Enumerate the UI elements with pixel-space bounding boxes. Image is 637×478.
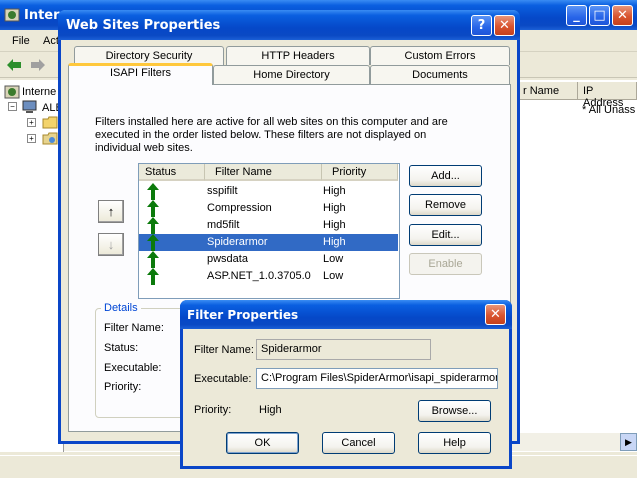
help-button[interactable]: Help <box>418 432 491 454</box>
collapse-icon[interactable]: − <box>8 102 17 111</box>
filter-properties-title: Filter Properties <box>187 308 299 322</box>
web-sites-folder-icon <box>42 132 58 145</box>
minimize-button[interactable]: _ <box>566 5 587 26</box>
filter-name: pwsdata <box>207 253 248 265</box>
edit-button[interactable]: Edit... <box>409 224 482 246</box>
column-header-priority[interactable]: Priority <box>322 164 398 181</box>
details-status-label: Status: <box>104 342 139 354</box>
move-up-button[interactable]: ↑ <box>98 200 124 223</box>
maximize-button[interactable]: □ <box>589 5 610 26</box>
enable-button[interactable]: Enable <box>409 253 482 275</box>
loaded-arrow-icon <box>147 234 159 251</box>
iis-app-icon <box>4 8 20 22</box>
back-arrow-icon[interactable] <box>6 58 22 72</box>
menu-file[interactable]: File <box>12 35 30 47</box>
filter-name-field: Spiderarmor <box>256 339 431 360</box>
details-filter-name-label: Filter Name: <box>104 322 164 334</box>
tab-http-headers[interactable]: HTTP Headers <box>226 46 370 65</box>
loaded-arrow-icon <box>147 200 159 217</box>
details-priority-label: Priority: <box>104 381 142 393</box>
browse-button[interactable]: Browse... <box>418 400 491 422</box>
filter-name: Spiderarmor <box>207 236 268 248</box>
console-tree: Interne − ALB + + <box>0 80 64 452</box>
filter-name: Compression <box>207 202 272 214</box>
priority-label: Priority: <box>194 404 232 416</box>
list-item[interactable]: sspifilt High <box>139 183 398 200</box>
help-title-button[interactable]: ? <box>471 15 492 36</box>
computer-icon <box>22 100 37 113</box>
tree-root-label[interactable]: Interne <box>22 86 56 98</box>
filter-name: ASP.NET_1.0.3705.0 <box>207 270 311 282</box>
tab-documents[interactable]: Documents <box>370 65 510 84</box>
executable-field[interactable]: C:\Program Files\SpiderArmor\isapi_spide… <box>256 368 498 389</box>
filters-description: Filters installed here are active for al… <box>95 116 448 154</box>
scroll-right-arrow-icon[interactable]: ▶ <box>620 433 637 451</box>
filter-name-label: Filter Name: <box>194 344 254 356</box>
tab-custom-errors[interactable]: Custom Errors <box>370 46 510 65</box>
list-item-selected[interactable]: Spiderarmor High <box>139 234 398 251</box>
expand-icon[interactable]: + <box>27 118 36 127</box>
remove-button[interactable]: Remove <box>409 194 482 216</box>
dialog-title: Web Sites Properties <box>66 18 221 33</box>
filter-priority: High <box>323 185 346 197</box>
tab-isapi-filters[interactable]: ISAPI Filters <box>68 63 213 85</box>
ip-address-value: * All Unass <box>582 104 636 116</box>
filter-priority: High <box>323 236 346 248</box>
list-item[interactable]: md5filt High <box>139 217 398 234</box>
filter-name: sspifilt <box>207 185 238 197</box>
close-button[interactable]: ✕ <box>612 5 633 26</box>
folder-icon <box>42 116 58 129</box>
column-header-name[interactable]: r Name <box>518 82 578 100</box>
loaded-arrow-icon <box>147 251 159 268</box>
dialog-close-button[interactable]: ✕ <box>494 15 515 36</box>
filter-priority: Low <box>323 270 344 282</box>
iis-node-icon <box>4 85 20 99</box>
details-legend: Details <box>101 302 141 314</box>
cancel-button[interactable]: Cancel <box>322 432 395 454</box>
executable-label: Executable: <box>194 373 252 385</box>
column-header-status[interactable]: Status <box>139 164 205 181</box>
tab-home-directory[interactable]: Home Directory <box>213 65 370 84</box>
expand-icon[interactable]: + <box>27 134 36 143</box>
list-item[interactable]: ASP.NET_1.0.3705.0 Low <box>139 268 398 285</box>
details-executable-label: Executable: <box>104 362 162 374</box>
filter-properties-titlebar: Filter Properties ✕ <box>180 300 512 329</box>
forward-arrow-icon[interactable] <box>30 58 46 72</box>
filter-priority: Low <box>323 253 344 265</box>
list-item[interactable]: pwsdata Low <box>139 251 398 268</box>
web-sites-properties-titlebar: Web Sites Properties ? ✕ <box>58 10 520 40</box>
menu-action[interactable]: Act <box>43 35 59 47</box>
ok-button[interactable]: OK <box>226 432 299 454</box>
filter-name: md5filt <box>207 219 240 231</box>
filter-priority: High <box>323 219 346 231</box>
move-down-button[interactable]: ↓ <box>98 233 124 256</box>
loaded-arrow-icon <box>147 183 159 200</box>
priority-value: High <box>259 404 282 416</box>
loaded-arrow-icon <box>147 268 159 285</box>
list-item[interactable]: Compression High <box>139 200 398 217</box>
filter-priority: High <box>323 202 346 214</box>
column-header-ip[interactable]: IP Address <box>578 82 637 109</box>
loaded-arrow-icon <box>147 217 159 234</box>
filter-properties-close-button[interactable]: ✕ <box>485 304 506 325</box>
column-header-filter-name[interactable]: Filter Name <box>205 164 322 181</box>
add-button[interactable]: Add... <box>409 165 482 187</box>
